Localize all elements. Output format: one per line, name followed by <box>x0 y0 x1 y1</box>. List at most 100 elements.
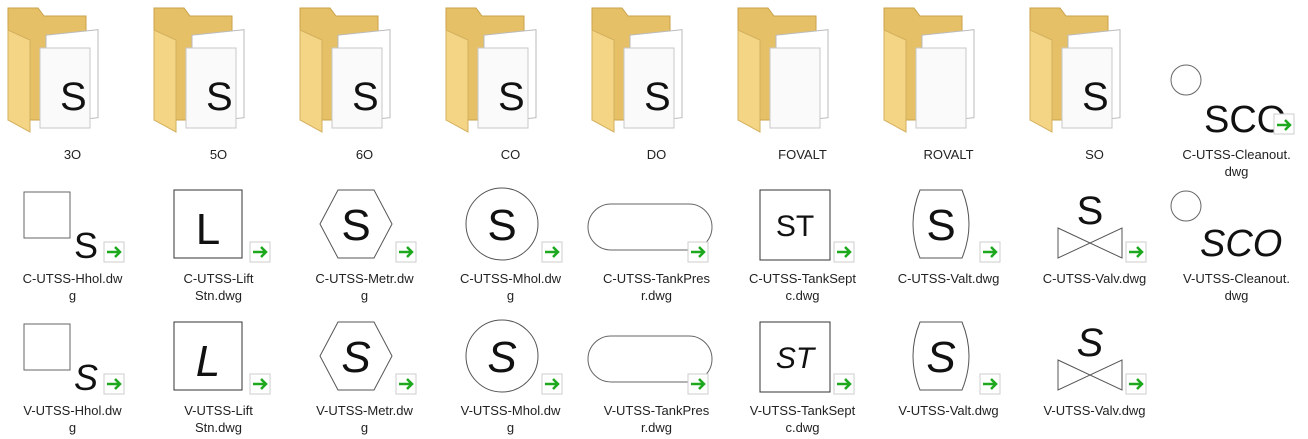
dwg-thumbnail: SCO <box>1164 0 1308 135</box>
dwg-thumbnail <box>584 316 729 396</box>
file-label: C-UTSS-Valv.dwg <box>1022 270 1167 287</box>
thumb-glyph: ST <box>776 210 814 243</box>
dwg-thumbnail: S <box>0 184 145 264</box>
folder-label: CO <box>500 147 521 162</box>
folder-label: 6O <box>355 147 374 162</box>
folder-icon: S <box>438 0 583 135</box>
thumb-glyph: S <box>1077 189 1104 233</box>
file-name-line1: V-UTSS-TankSept <box>749 403 856 418</box>
file-name-line2: Stn.dwg <box>195 420 242 435</box>
dwg-thumbnail: S <box>876 316 1021 396</box>
file-name-line1: V-UTSS-Mhol.dw <box>460 403 561 418</box>
file-label: V-UTSS-Lift Stn.dwg <box>146 402 291 436</box>
thumb-glyph: S <box>352 75 379 119</box>
thumb-glyph: S <box>74 225 98 264</box>
thumb-glyph: ST <box>776 342 817 375</box>
thumb-glyph: L <box>196 205 220 254</box>
thumb-glyph: S <box>206 75 233 119</box>
file-name-line1: C-UTSS-Valv.dwg <box>1042 271 1147 286</box>
folder-icon: S <box>0 0 145 135</box>
file-label: C-UTSS-Lift Stn.dwg <box>146 270 291 304</box>
thumb-glyph: L <box>196 337 220 386</box>
thumb-glyph: SCO <box>1200 223 1282 264</box>
folder-icon: S <box>1022 0 1167 135</box>
dwg-thumbnail: S <box>1022 316 1167 396</box>
file-name-line2: dwg <box>1224 288 1249 303</box>
dwg-thumbnail: S <box>292 184 437 264</box>
file-label: V-UTSS-Valv.dwg <box>1022 402 1167 419</box>
file-name-line1: C-UTSS-TankSept <box>749 271 856 286</box>
thumb-glyph: S <box>1077 321 1104 365</box>
file-name-line1: C-UTSS-Metr.dw <box>315 271 414 286</box>
dwg-thumbnail: S <box>1022 184 1167 264</box>
thumb-glyph: S <box>487 333 516 382</box>
folder-icon: S <box>584 0 729 135</box>
file-name-line2: g <box>360 288 369 303</box>
folder-label: DO <box>646 147 667 162</box>
dwg-thumbnail: S <box>438 316 583 396</box>
file-label: C-UTSS-Metr.dw g <box>292 270 437 304</box>
file-label: V-UTSS-Cleanout. dwg <box>1164 270 1308 304</box>
thumb-glyph: S <box>74 357 98 396</box>
folder-label: 3O <box>63 147 82 162</box>
file-name-line1: V-UTSS-Cleanout. <box>1183 271 1290 286</box>
file-name-line2: dwg <box>1224 164 1249 179</box>
file-name-line1: V-UTSS-Valt.dwg <box>898 403 999 418</box>
file-name-line2: g <box>360 420 369 435</box>
file-name-line1: C-UTSS-Lift <box>183 271 254 286</box>
folder-icon <box>730 0 875 135</box>
dwg-thumbnail: S <box>438 184 583 264</box>
file-name-line2: Stn.dwg <box>195 288 242 303</box>
file-name-line1: V-UTSS-Hhol.dw <box>23 403 122 418</box>
thumb-glyph: S <box>1082 75 1109 119</box>
thumb-glyph: S <box>644 75 671 119</box>
file-label: V-UTSS-Hhol.dw g <box>0 402 145 436</box>
dwg-thumbnail: ST <box>730 184 875 264</box>
folder-icon <box>876 0 1021 135</box>
thumb-glyph: S <box>926 201 955 250</box>
folder-icon: S <box>292 0 437 135</box>
dwg-thumbnail: ST <box>730 316 875 396</box>
file-name-line2: r.dwg <box>640 420 673 435</box>
file-label: C-UTSS-TankSept c.dwg <box>730 270 875 304</box>
thumb-glyph: S <box>487 201 516 250</box>
thumb-glyph: S <box>341 333 370 382</box>
file-label: V-UTSS-TankPres r.dwg <box>584 402 729 436</box>
file-label: C-UTSS-TankPres r.dwg <box>584 270 729 304</box>
file-name-line2: g <box>506 288 515 303</box>
folder-label: FOVALT <box>778 147 827 162</box>
folder-label: ROVALT <box>923 147 974 162</box>
file-label: C-UTSS-Hhol.dw g <box>0 270 145 304</box>
file-name-line2: c.dwg <box>785 420 820 435</box>
file-label: C-UTSS-Cleanout. dwg <box>1164 146 1308 180</box>
file-name-line1: C-UTSS-TankPres <box>603 271 710 286</box>
thumb-glyph: S <box>926 333 955 382</box>
dwg-thumbnail: S <box>0 316 145 396</box>
folder-label: 5O <box>209 147 228 162</box>
thumb-glyph: S <box>498 75 525 119</box>
file-name-line1: V-UTSS-Valv.dwg <box>1043 403 1146 418</box>
file-name-line1: V-UTSS-Metr.dw <box>316 403 413 418</box>
file-label: V-UTSS-Valt.dwg <box>876 402 1021 419</box>
thumb-glyph: S <box>60 75 87 119</box>
folder-label: SO <box>1085 147 1104 162</box>
file-name-line2: c.dwg <box>785 288 820 303</box>
file-name-line1: C-UTSS-Cleanout. <box>1182 147 1291 162</box>
file-name-line1: C-UTSS-Valt.dwg <box>897 271 1000 286</box>
dwg-thumbnail: S <box>876 184 1021 264</box>
folder-icon: S <box>146 0 291 135</box>
file-name-line2: r.dwg <box>640 288 673 303</box>
file-label: C-UTSS-Valt.dwg <box>876 270 1021 287</box>
file-name-line1: V-UTSS-TankPres <box>603 403 710 418</box>
file-label: V-UTSS-TankSept c.dwg <box>730 402 875 436</box>
file-name-line1: C-UTSS-Hhol.dw <box>22 271 123 286</box>
dwg-thumbnail: SCO <box>1164 184 1308 264</box>
dwg-thumbnail: S <box>292 316 437 396</box>
file-name-line1: C-UTSS-Mhol.dw <box>459 271 562 286</box>
file-label: C-UTSS-Mhol.dw g <box>438 270 583 304</box>
file-name-line2: g <box>68 420 77 435</box>
file-name-line1: V-UTSS-Lift <box>184 403 253 418</box>
file-label: V-UTSS-Metr.dw g <box>292 402 437 436</box>
dwg-thumbnail: L <box>146 184 291 264</box>
file-name-line2: g <box>68 288 77 303</box>
